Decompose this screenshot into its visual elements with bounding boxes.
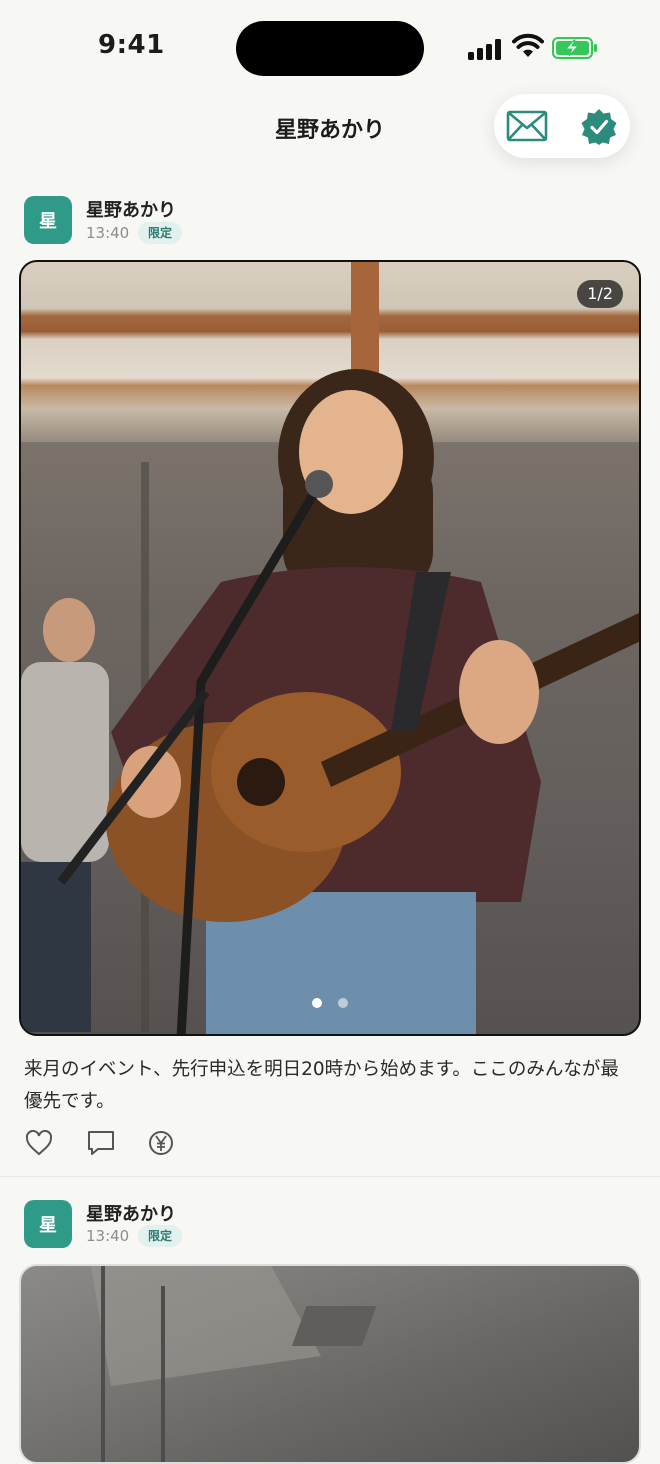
post-photo[interactable]	[19, 1264, 641, 1464]
verified-badge-icon[interactable]	[580, 108, 618, 146]
post-photo-illustration	[91, 1266, 377, 1462]
post-text: 来月のイベント、先行申込を明日20時から始めます。ここのみんなが最優先です。	[24, 1059, 619, 1112]
image-counter: 1/2	[577, 280, 623, 308]
heart-icon[interactable]	[24, 1128, 54, 1158]
post-photo[interactable]: 1/2	[19, 260, 641, 1036]
status-time: 9:41	[98, 30, 165, 60]
battery-charging-icon	[552, 37, 597, 59]
post-time: 13:40	[86, 1227, 130, 1245]
signal-icon	[468, 38, 502, 60]
carousel-dot-active[interactable]	[312, 998, 322, 1008]
dynamic-island	[236, 21, 424, 76]
avatar[interactable]: 星	[24, 1200, 72, 1248]
tip-yen-icon[interactable]	[146, 1128, 176, 1158]
comment-icon[interactable]	[86, 1128, 116, 1158]
wifi-icon	[512, 33, 544, 57]
post-divider	[0, 1176, 660, 1177]
carousel-dot[interactable]	[338, 998, 348, 1008]
mail-icon[interactable]	[506, 108, 548, 144]
author-name[interactable]: 星野あかり	[86, 196, 176, 222]
header-actions	[494, 94, 630, 158]
author-name[interactable]: 星野あかり	[86, 1200, 176, 1226]
limited-badge: 限定	[138, 222, 183, 244]
limited-badge: 限定	[138, 1225, 183, 1247]
post-time: 13:40	[86, 224, 130, 242]
status-bar: 9:41	[0, 0, 660, 90]
post-photo-illustration	[21, 262, 639, 1034]
carousel-dots	[21, 993, 639, 1012]
avatar[interactable]: 星	[24, 196, 72, 244]
